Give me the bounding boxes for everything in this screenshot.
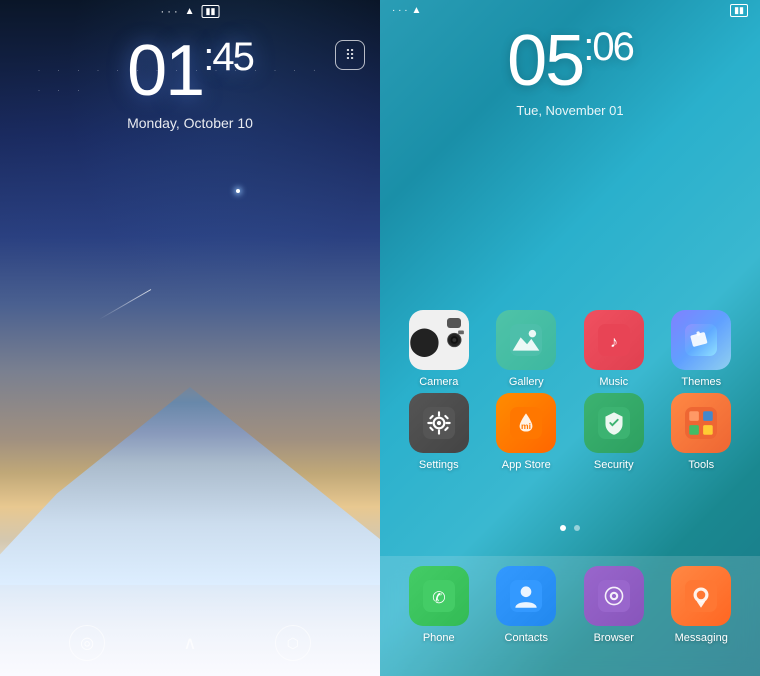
contacts-icon [496, 566, 556, 626]
camera-label: Camera [419, 376, 458, 388]
security-label: Security [594, 459, 634, 471]
app-gallery[interactable]: Gallery [486, 310, 566, 388]
gallery-icon [496, 310, 556, 370]
home-time: 05:06 [380, 25, 760, 97]
home-signal-dots: · · · [392, 5, 408, 16]
app-row-2: Settings mi App Store [395, 393, 745, 471]
app-themes[interactable]: Themes [661, 310, 741, 388]
phone-label: Phone [423, 632, 455, 644]
security-svg [598, 407, 630, 439]
lock-date: Monday, October 10 [0, 115, 380, 131]
app-contacts[interactable]: Contacts [486, 566, 566, 644]
swipe-up-indicator: ∧ [183, 633, 196, 654]
gallery-label: Gallery [509, 376, 544, 388]
appstore-svg: mi [510, 407, 542, 439]
settings-label: Settings [419, 459, 459, 471]
home-status-left: · · · ▲ [392, 5, 421, 16]
themes-svg [685, 324, 717, 356]
app-security[interactable]: Security [574, 393, 654, 471]
app-appstore[interactable]: mi App Store [486, 393, 566, 471]
signal-dots: · · · [161, 6, 178, 18]
app-messaging[interactable]: Messaging [661, 566, 741, 644]
home-hour: 05 [507, 21, 583, 101]
flashlight-icon: ◎ [80, 633, 94, 653]
page-dots [380, 525, 760, 531]
app-browser[interactable]: Browser [574, 566, 654, 644]
bright-star [236, 189, 240, 193]
gallery-svg [510, 324, 542, 356]
svg-text:♪: ♪ [610, 334, 618, 351]
app-tools[interactable]: Tools [661, 393, 741, 471]
svg-text:✆: ✆ [432, 590, 445, 607]
tools-svg [685, 407, 717, 439]
app-music[interactable]: ♪ Music [574, 310, 654, 388]
wifi-icon-left: ▲ [185, 6, 195, 17]
contacts-label: Contacts [505, 632, 548, 644]
settings-svg [423, 407, 455, 439]
lock-time-container: 01:45 Monday, October 10 [0, 35, 380, 131]
appstore-label: App Store [502, 459, 551, 471]
lock-minutes: 45 [212, 35, 253, 79]
messaging-svg [685, 580, 717, 612]
phone-svg: ✆ [423, 580, 455, 612]
themes-icon [671, 310, 731, 370]
signal-indicators: · · · ▲ ▮▮ [161, 5, 220, 18]
music-svg: ♪ [598, 324, 630, 356]
settings-icon [409, 393, 469, 453]
status-bar-left: · · · ▲ ▮▮ [0, 0, 380, 20]
tools-icon [671, 393, 731, 453]
home-time-container: 05:06 Tue, November 01 [380, 25, 760, 118]
camera-shortcut-icon: ⬡ [287, 635, 299, 652]
messaging-label: Messaging [675, 632, 728, 644]
page-dot-1 [560, 525, 566, 531]
contacts-svg [510, 580, 542, 612]
flashlight-button[interactable]: ◎ [69, 625, 105, 661]
lock-colon-min: :45 [203, 35, 253, 79]
browser-icon [584, 566, 644, 626]
phone-icon: ✆ [409, 566, 469, 626]
messaging-icon [671, 566, 731, 626]
battery-left: ▮▮ [202, 5, 220, 18]
camera-icon [409, 310, 469, 370]
browser-label: Browser [594, 632, 634, 644]
browser-svg [598, 580, 630, 612]
home-screen: · · · ▲ ▮▮ 05:06 Tue, November 01 [380, 0, 760, 676]
camera-shortcut-button[interactable]: ⬡ [275, 625, 311, 661]
bottom-dock: ✆ Phone Contacts [380, 556, 760, 676]
lock-hour: 01 [127, 31, 203, 111]
lock-screen: · · · ▲ ▮▮ 01:45 Monday, October 10 ◎ ∧ … [0, 0, 380, 676]
home-wifi-icon: ▲ [412, 5, 422, 16]
app-phone[interactable]: ✆ Phone [399, 566, 479, 644]
dots-button[interactable] [335, 40, 365, 70]
home-minutes: 06 [592, 25, 633, 69]
page-dot-2 [574, 525, 580, 531]
svg-text:mi: mi [521, 421, 531, 431]
lock-time: 01:45 [0, 35, 380, 107]
music-icon: ♪ [584, 310, 644, 370]
appstore-icon: mi [496, 393, 556, 453]
app-row-1: Camera Gallery ♪ [395, 310, 745, 388]
home-battery-icon: ▮▮ [730, 4, 748, 17]
themes-label: Themes [681, 376, 721, 388]
home-status-bar: · · · ▲ ▮▮ [380, 0, 760, 20]
tools-label: Tools [688, 459, 714, 471]
home-date: Tue, November 01 [380, 103, 760, 118]
home-status-right: ▮▮ [730, 4, 748, 17]
lock-bottom-bar: ◎ ∧ ⬡ [0, 625, 380, 661]
app-settings[interactable]: Settings [399, 393, 479, 471]
app-grid: Camera Gallery ♪ [380, 310, 760, 476]
music-label: Music [599, 376, 628, 388]
security-icon [584, 393, 644, 453]
home-colon-min: :06 [583, 25, 633, 69]
app-row-3: ✆ Phone Contacts [395, 566, 745, 644]
camera-svg [440, 324, 469, 356]
app-camera[interactable]: Camera [399, 310, 479, 388]
